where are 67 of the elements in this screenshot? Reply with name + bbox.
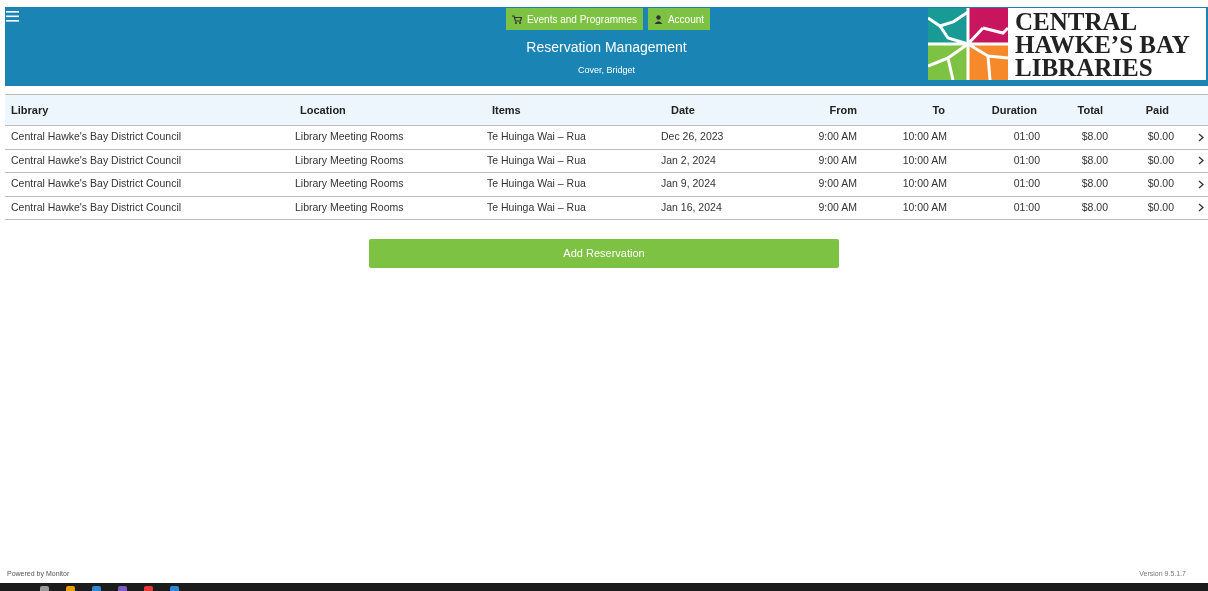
column-header: Paid xyxy=(1144,102,1169,118)
column-header: Library xyxy=(10,102,50,118)
table-cell-text: Central Hawke's Bay District Council xyxy=(10,129,183,145)
table-row[interactable]: Central Hawke's Bay District Council Library Meeting Rooms Te Huinga Wai – Rua Jan 9, 2024 9:00 AM 10:00 AM 01:00 $8.00 $0.00 xyxy=(5,173,1208,197)
taskbar-app-icon[interactable] xyxy=(118,586,127,591)
table-cell-text: $0.00 xyxy=(1146,199,1174,215)
table-cell-text: Library Meeting Rooms xyxy=(295,199,405,215)
table-row[interactable]: Central Hawke's Bay District Council Library Meeting Rooms Te Huinga Wai – Rua Jan 16, 2024 9:00 AM 10:00 AM 01:00 $8.00 $0.00 xyxy=(5,196,1208,220)
table-cell-text: Central Hawke's Bay District Council xyxy=(10,152,183,168)
table-cell-text: $8.00 xyxy=(1080,176,1108,192)
taskbar-app-icon[interactable] xyxy=(92,586,101,591)
logo-text: HAWKE’S BAY xyxy=(1015,32,1190,56)
column-header: To xyxy=(931,102,945,118)
table-cell-text: Jan 2, 2024 xyxy=(660,152,717,168)
table-cell-text: $0.00 xyxy=(1146,129,1174,145)
menu-icon[interactable] xyxy=(6,11,19,22)
taskbar-app-icon[interactable] xyxy=(144,586,153,591)
logo-text: CENTRAL xyxy=(1015,9,1139,33)
table-cell-text: $8.00 xyxy=(1080,152,1108,168)
table-row[interactable]: Central Hawke's Bay District Council Library Meeting Rooms Te Huinga Wai – Rua Dec 26, 2023 9:00 AM 10:00 AM 01:00 $8.00 $0.00 xyxy=(5,126,1208,150)
table-cell-text: 01:00 xyxy=(1012,176,1040,192)
user-name: Cover, Bridget xyxy=(578,64,635,77)
chevron-right-icon[interactable] xyxy=(1198,132,1204,142)
taskbar-app-icon[interactable] xyxy=(40,586,49,591)
table-cell-text: Jan 16, 2024 xyxy=(660,199,723,215)
table-cell-text: 10:00 AM xyxy=(901,199,947,215)
table-cell-text: Library Meeting Rooms xyxy=(295,129,405,145)
table-cell-text: Jan 9, 2024 xyxy=(660,176,717,192)
table-cell-text: 9:00 AM xyxy=(817,199,857,215)
table-cell-text: Central Hawke's Bay District Council xyxy=(10,199,183,215)
logo-text: LIBRARIES xyxy=(1015,55,1154,79)
column-header: Duration xyxy=(990,102,1037,118)
person-icon xyxy=(653,14,663,24)
table-cell-text: 10:00 AM xyxy=(901,176,947,192)
taskbar-app-icon[interactable] xyxy=(66,586,75,591)
chevron-right-icon[interactable] xyxy=(1198,179,1204,189)
table-cell-text: 01:00 xyxy=(1012,129,1040,145)
table-cell-text: 10:00 AM xyxy=(901,152,947,168)
table-cell-text: 9:00 AM xyxy=(817,129,857,145)
table-cell-text: Dec 26, 2023 xyxy=(660,129,725,145)
table-cell-text: Te Huinga Wai – Rua xyxy=(487,129,587,145)
chevron-right-icon[interactable] xyxy=(1198,203,1204,213)
table-cell-text: 10:00 AM xyxy=(901,129,947,145)
table-cell-text: $0.00 xyxy=(1146,152,1174,168)
table-cell-text: $8.00 xyxy=(1080,129,1108,145)
table-row[interactable]: Central Hawke's Bay District Council Library Meeting Rooms Te Huinga Wai – Rua Jan 2, 2024 9:00 AM 10:00 AM 01:00 $8.00 $0.00 xyxy=(5,149,1208,173)
table-cell-text: 01:00 xyxy=(1012,199,1040,215)
table-cell-text: $8.00 xyxy=(1080,199,1108,215)
table-cell-text: Te Huinga Wai – Rua xyxy=(487,176,587,192)
table-cell-text: 9:00 AM xyxy=(817,152,857,168)
table-cell-text: $0.00 xyxy=(1146,176,1174,192)
column-header: Total xyxy=(1076,102,1103,118)
table-cell-text: Te Huinga Wai – Rua xyxy=(487,199,587,215)
table-cell-text: 9:00 AM xyxy=(817,176,857,192)
table-cell-text: Library Meeting Rooms xyxy=(295,152,405,168)
table-cell-text: Te Huinga Wai – Rua xyxy=(487,152,587,168)
table-cell-text: 01:00 xyxy=(1012,152,1040,168)
column-header: From xyxy=(828,102,857,118)
column-header: Date xyxy=(670,102,696,118)
chevron-right-icon[interactable] xyxy=(1198,156,1204,166)
table-cell-text: Central Hawke's Bay District Council xyxy=(10,176,183,192)
column-header: Location xyxy=(299,102,347,118)
page-title: Reservation Management xyxy=(526,38,687,57)
table-cell-text: Library Meeting Rooms xyxy=(295,176,405,192)
cart-icon xyxy=(511,14,522,24)
column-header: Items xyxy=(491,102,522,118)
taskbar-app-icon[interactable] xyxy=(170,586,179,591)
